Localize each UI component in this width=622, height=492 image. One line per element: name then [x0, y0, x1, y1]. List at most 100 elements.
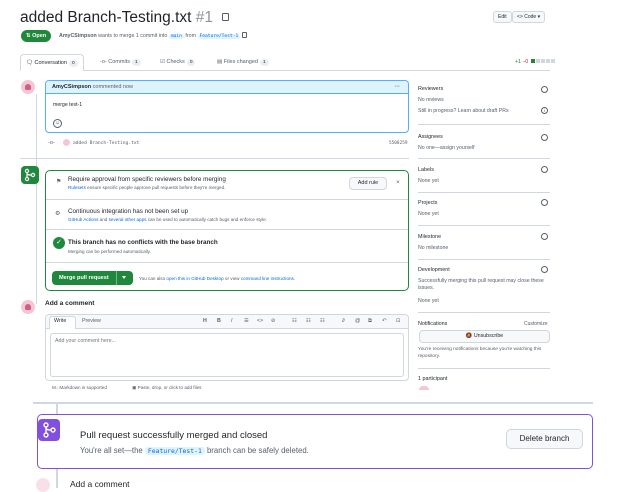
tab-preview[interactable]: Preview: [82, 318, 101, 324]
pr-author[interactable]: AmyCSimpson: [59, 33, 97, 39]
unordered-list-icon[interactable]: ☷: [306, 318, 311, 324]
commit-row-icon: -o-: [48, 140, 55, 146]
apps-link[interactable]: several other apps: [109, 217, 147, 222]
tab-conversation[interactable]: 🗨 Conversation 0: [20, 54, 84, 71]
sidebar-projects-label[interactable]: Projects: [418, 200, 437, 206]
markdown-note[interactable]: M↓ Markdown is supported: [52, 385, 107, 390]
tab-count: 0: [68, 60, 78, 67]
github-desktop-link[interactable]: open this in GitHub Desktop: [166, 276, 223, 281]
commit-sha[interactable]: 5508259: [389, 141, 408, 146]
gear-icon[interactable]: [541, 266, 548, 273]
merge-button-label: Merge pull request: [59, 275, 109, 281]
avatar[interactable]: [21, 300, 35, 314]
merge-pull-request-button[interactable]: Merge pull request: [52, 271, 133, 285]
delete-branch-button[interactable]: Delete branch: [506, 429, 583, 449]
merged-branch[interactable]: Feature/Test-1: [144, 447, 205, 455]
sidebar-development-value: Successfully merging this pull request m…: [418, 278, 544, 291]
edit-button[interactable]: Edit: [493, 11, 512, 23]
tab-files-changed[interactable]: ▤ Files changed 1: [217, 54, 269, 71]
reply-icon[interactable]: ↶: [382, 318, 386, 324]
fullscreen-icon[interactable]: ⊡: [396, 318, 400, 324]
add-rule-button[interactable]: Add rule: [349, 177, 387, 190]
approval-sub: ensure specific people approve pull requ…: [87, 185, 226, 190]
bold-icon[interactable]: B: [217, 318, 221, 324]
sidebar-reviewers-label[interactable]: Reviewers: [418, 86, 443, 92]
comment-author[interactable]: AmyCSimpson: [52, 84, 91, 90]
attach-files-note[interactable]: ▣ Paste, drop, or click to add files: [132, 385, 201, 391]
gear-icon[interactable]: [541, 134, 548, 141]
copy-icon[interactable]: [222, 13, 230, 21]
chevron-down-icon: ▾: [537, 14, 541, 20]
actions-link[interactable]: GitHub Actions: [68, 217, 98, 222]
commit-message[interactable]: added Branch-Testing.txt: [73, 141, 139, 146]
avatar[interactable]: [21, 80, 35, 94]
reference-icon[interactable]: ⧉: [368, 318, 372, 325]
sidebar-milestone-label[interactable]: Milestone: [418, 234, 441, 240]
sidebar-labels-label[interactable]: Labels: [418, 167, 434, 173]
divider: [418, 259, 550, 260]
more-options-icon[interactable]: ···: [395, 81, 401, 94]
tab-checks[interactable]: ☑ Checks 0: [160, 54, 196, 71]
comment-time: commented now: [92, 84, 134, 90]
tab-label: Conversation: [34, 60, 67, 66]
code-icon[interactable]: <>: [257, 318, 263, 324]
base-branch[interactable]: main: [168, 34, 184, 39]
branch-rule-icon: ⚑: [56, 179, 62, 185]
attach-icon[interactable]: ∂: [342, 318, 345, 324]
sidebar-development-extra: None yet: [418, 298, 439, 304]
diff-block: [530, 59, 535, 63]
chevron-down-icon[interactable]: [122, 276, 126, 279]
conversation-icon: 🗨: [26, 60, 33, 66]
ordered-list-icon[interactable]: ☷: [292, 318, 297, 324]
tab-label: Commits: [108, 59, 130, 65]
tab-write[interactable]: Write: [54, 318, 66, 324]
quote-icon[interactable]: ☰: [244, 318, 249, 324]
avatar[interactable]: [36, 478, 50, 492]
close-icon[interactable]: ×: [396, 179, 400, 186]
draft-pr-link[interactable]: Still in progress? Learn about draft PRs: [418, 108, 509, 114]
rulesets-link[interactable]: Rulesets: [68, 185, 86, 190]
gear-icon[interactable]: [541, 86, 548, 93]
merge-box: ⚑ Require approval from specific reviewe…: [45, 170, 409, 291]
code-button[interactable]: <> Code ▾: [512, 11, 546, 23]
gear-icon[interactable]: [541, 199, 548, 206]
sidebar-development-label[interactable]: Development: [418, 267, 450, 273]
commit-avatar[interactable]: [63, 139, 70, 146]
approval-title: Require approval from specific reviewers…: [68, 176, 226, 183]
merged-subtitle: You're all set—the Feature/Test-1 branch…: [80, 446, 309, 455]
sidebar-assignees-value[interactable]: No one—assign yourself: [418, 145, 475, 151]
head-branch[interactable]: Feature/Test-1: [197, 34, 241, 39]
diffstat: +1 −0: [515, 59, 555, 65]
notifications-note: You're receiving notifications because y…: [418, 347, 542, 359]
sidebar-projects-value: None yet: [418, 211, 439, 217]
task-list-icon[interactable]: ☷: [320, 318, 325, 324]
info-icon[interactable]: i: [541, 107, 548, 114]
gear-icon[interactable]: [541, 166, 548, 173]
italic-icon[interactable]: I: [231, 318, 232, 324]
tab-commits[interactable]: -o- Commits 1: [100, 54, 141, 71]
customize-link[interactable]: Customize: [524, 321, 548, 327]
unsubscribe-button[interactable]: 🔕 Unsubscribe: [419, 330, 550, 343]
code-button-label: <> Code: [517, 14, 537, 20]
comment-body: merge test-1: [53, 102, 83, 108]
command-line-link[interactable]: command line instructions: [241, 276, 294, 281]
divider: [418, 368, 550, 369]
comment-textarea[interactable]: Add your comment here...: [50, 333, 404, 377]
participant-avatar[interactable]: [419, 386, 429, 390]
mention-icon[interactable]: @: [355, 318, 360, 324]
conflict-title: This branch has no conflicts with the ba…: [68, 239, 218, 246]
comment-editor: Write Preview H B I ☰ <> ⊘ ☷ ☷ ☷ ∂ @ ⧉ ↶…: [45, 314, 409, 381]
file-diff-icon: ▤: [217, 59, 223, 65]
ci-and: and: [99, 217, 108, 222]
pr-open-icon: ⇅: [26, 33, 31, 39]
smiley-icon[interactable]: ☺: [53, 119, 62, 128]
copy-branch-icon[interactable]: [241, 32, 247, 38]
checks-icon: ☑: [160, 59, 165, 65]
sidebar-assignees-label[interactable]: Assignees: [418, 134, 443, 140]
pr-title-text: added Branch-Testing.txt: [20, 9, 192, 26]
link-icon[interactable]: ⊘: [271, 318, 275, 324]
gear-icon[interactable]: [541, 233, 548, 240]
heading-icon[interactable]: H: [203, 318, 207, 324]
image-icon: ▣: [132, 385, 137, 390]
ci-row: ⚙ Continuous integration has not been se…: [46, 200, 408, 230]
